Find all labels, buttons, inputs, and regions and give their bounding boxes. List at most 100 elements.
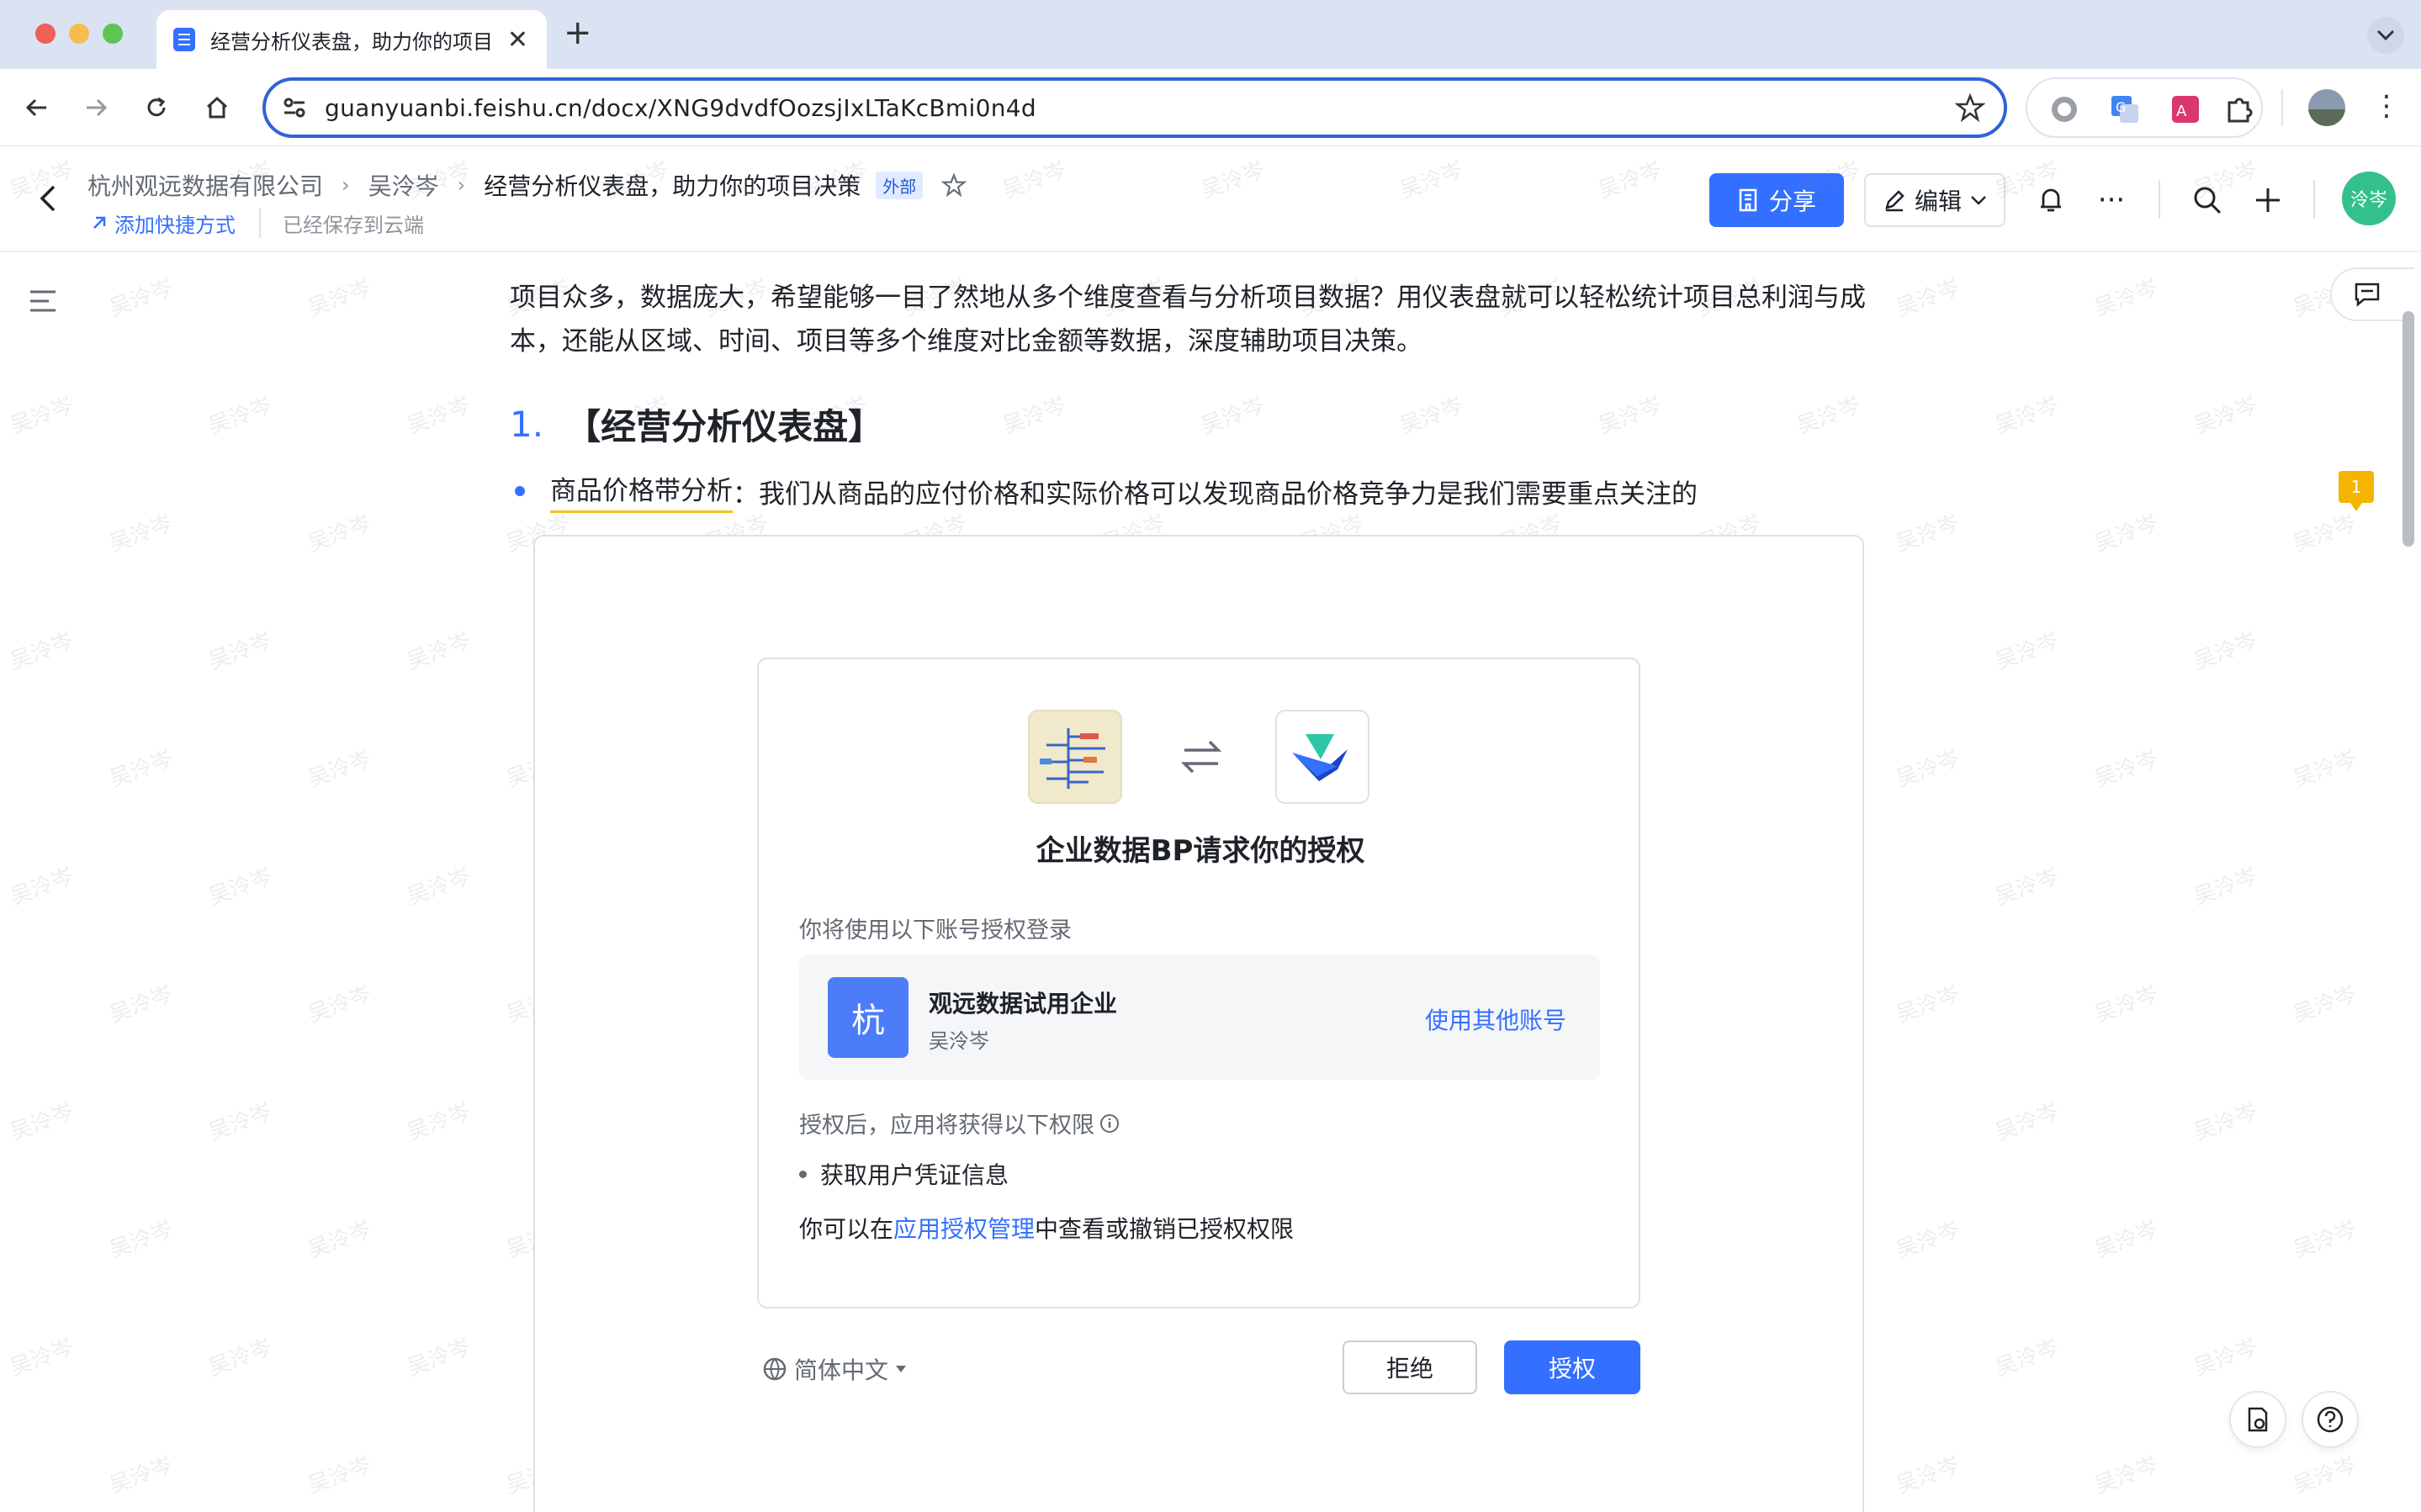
app-auth-management-link[interactable]: 应用授权管理 <box>893 1215 1035 1243</box>
browser-toolbar: guanyuanbi.feishu.cn/docx/XNG9dvdfOozsjI… <box>0 69 2421 146</box>
search-icon[interactable] <box>2191 183 2224 217</box>
watermark-text: 吴泠岑 <box>7 393 77 440</box>
watermark-text: 吴泠岑 <box>1793 393 1864 440</box>
document-header: 杭州观远数据有限公司 › 吴泠岑 › 经营分析仪表盘，助力你的项目决策 外部 添… <box>0 146 2421 252</box>
share-label: 分享 <box>1768 188 1816 215</box>
watermark-text: 吴泠岑 <box>1893 1452 1963 1499</box>
help-question-icon <box>2317 1406 2344 1433</box>
permissions-intro-text: 授权后，应用将获得以下权限 <box>799 1113 1094 1139</box>
watermark-text: 吴泠岑 <box>1893 981 1963 1028</box>
watermark-text: 吴泠岑 <box>305 1452 375 1499</box>
caret-down-icon <box>896 1366 907 1372</box>
manage-permissions-line: 你可以在应用授权管理中查看或撤销已授权权限 <box>799 1211 1294 1245</box>
breadcrumb-user[interactable]: 吴泠岑 <box>368 168 439 202</box>
watermark-text: 吴泠岑 <box>106 1452 177 1499</box>
minimize-window-button[interactable] <box>69 24 89 44</box>
info-icon[interactable] <box>1099 1113 1120 1134</box>
svg-text:A: A <box>2176 103 2187 120</box>
heading-text: 【经营分析仪表盘】 <box>565 406 884 447</box>
comment-count-badge[interactable]: 1 <box>2339 471 2374 511</box>
mindmap-thumbnail-icon <box>1030 711 1120 802</box>
watermark-text: 吴泠岑 <box>205 864 276 911</box>
watermark-text: 吴泠岑 <box>305 1217 375 1264</box>
edit-mode-dropdown[interactable]: 编辑 <box>1864 173 2005 227</box>
watermark-text: 吴泠岑 <box>305 746 375 793</box>
watermark-text: 吴泠岑 <box>2191 864 2261 911</box>
permission-text: 获取用户凭证信息 <box>820 1161 1009 1189</box>
new-tab-button[interactable]: + <box>564 13 592 52</box>
home-icon <box>206 96 228 119</box>
bookmark-star-icon[interactable] <box>1955 93 1985 123</box>
chevron-down-icon <box>2376 29 2395 41</box>
tab-search-button[interactable] <box>2367 17 2404 54</box>
watermark-text: 吴泠岑 <box>1198 393 1269 440</box>
reload-button[interactable] <box>136 87 177 128</box>
share-button[interactable]: 分享 <box>1709 173 1844 227</box>
home-button[interactable] <box>197 87 237 128</box>
breadcrumb-org[interactable]: 杭州观远数据有限公司 <box>87 168 323 202</box>
user-avatar[interactable]: 泠岑 <box>2342 172 2396 225</box>
puzzle-extensions-icon[interactable] <box>2222 93 2256 126</box>
dictionary-extension-icon[interactable]: A <box>2169 93 2202 126</box>
language-selector[interactable]: 简体中文 <box>762 1352 907 1386</box>
url-text[interactable]: guanyuanbi.feishu.cn/docx/XNG9dvdfOozsjI… <box>325 94 1036 122</box>
browser-menu-icon[interactable]: ⋮ <box>2372 89 2401 123</box>
close-window-button[interactable] <box>35 24 56 44</box>
breadcrumb: 杭州观远数据有限公司 › 吴泠岑 › 经营分析仪表盘，助力你的项目决策 外部 <box>87 168 967 202</box>
page-title[interactable]: 经营分析仪表盘，助力你的项目决策 <box>484 168 861 202</box>
maximize-window-button[interactable] <box>103 24 123 44</box>
authorization-card: 企业数据BP请求你的授权 你将使用以下账号授权登录 杭 观远数据试用企业 吴泠岑… <box>757 658 1640 1308</box>
watermark-text: 吴泠岑 <box>106 981 177 1028</box>
reject-button[interactable]: 拒绝 <box>1343 1340 1477 1394</box>
account-label: 你将使用以下账号授权登录 <box>799 917 1072 944</box>
commented-text[interactable]: 商品价格带分析 <box>550 469 733 513</box>
chevron-left-icon[interactable] <box>37 183 59 214</box>
watermark-text: 吴泠岑 <box>305 510 375 558</box>
switch-account-link[interactable]: 使用其他账号 <box>1425 1002 1566 1036</box>
watermark-text: 吴泠岑 <box>1893 510 1963 558</box>
scrollbar-thumb[interactable] <box>2402 311 2414 547</box>
forward-button[interactable] <box>76 87 116 128</box>
chevron-right-icon: › <box>342 173 350 197</box>
profile-avatar[interactable] <box>2308 89 2345 126</box>
watermark-text: 吴泠岑 <box>2290 1217 2360 1264</box>
notification-bell-icon[interactable] <box>2034 183 2068 217</box>
more-options-icon[interactable]: ··· <box>2095 183 2128 217</box>
manage-suffix: 中查看或撤销已授权权限 <box>1035 1215 1295 1243</box>
bullet-item: 商品价格带分析 ：我们从商品的应付价格和实际价格可以发现商品价格竞争力是我们需要… <box>510 469 1698 513</box>
watermark-text: 吴泠岑 <box>2290 746 2360 793</box>
address-bar[interactable]: guanyuanbi.feishu.cn/docx/XNG9dvdfOozsjI… <box>262 77 2007 138</box>
svg-text:G: G <box>2116 99 2126 115</box>
favorite-star-icon[interactable] <box>941 172 967 198</box>
chevron-right-icon: › <box>457 173 466 197</box>
browser-tab-active[interactable]: 经营分析仪表盘，助力你的项目 ✕ <box>156 10 547 69</box>
watermark-text: 吴泠岑 <box>404 628 474 675</box>
outline-menu-icon[interactable] <box>29 289 57 313</box>
edit-label: 编辑 <box>1914 188 1962 215</box>
watermark-text: 吴泠岑 <box>106 510 177 558</box>
translate-extension-icon[interactable]: G <box>2108 93 2142 126</box>
watermark-text: 吴泠岑 <box>1992 628 2063 675</box>
save-status: 已经保存到云端 <box>259 209 424 238</box>
comments-panel-toggle[interactable] <box>2330 267 2414 321</box>
back-button[interactable] <box>17 87 57 128</box>
watermark-text: 吴泠岑 <box>1396 393 1467 440</box>
watermark-text: 吴泠岑 <box>1595 393 1666 440</box>
comment-icon <box>2355 283 2380 307</box>
authorize-button[interactable]: 授权 <box>1504 1340 1640 1394</box>
site-settings-icon[interactable] <box>281 94 308 121</box>
watermark-text: 吴泠岑 <box>2290 510 2360 558</box>
doc-tools-button[interactable] <box>2229 1391 2286 1448</box>
help-button[interactable] <box>2302 1391 2359 1448</box>
add-shortcut-link[interactable]: 添加快捷方式 <box>91 209 236 238</box>
watermark-text: 吴泠岑 <box>1893 1217 1963 1264</box>
watermark-text: 吴泠岑 <box>1992 864 2063 911</box>
close-tab-icon[interactable]: ✕ <box>507 25 528 55</box>
watermark-text: 吴泠岑 <box>404 864 474 911</box>
watermark-text: 吴泠岑 <box>2191 393 2261 440</box>
swap-arrows-icon <box>1180 740 1222 774</box>
record-extension-icon[interactable] <box>2048 93 2081 126</box>
create-plus-icon[interactable] <box>2251 183 2285 217</box>
requesting-app-logo <box>1028 710 1122 804</box>
watermark-text: 吴泠岑 <box>1992 1335 2063 1382</box>
